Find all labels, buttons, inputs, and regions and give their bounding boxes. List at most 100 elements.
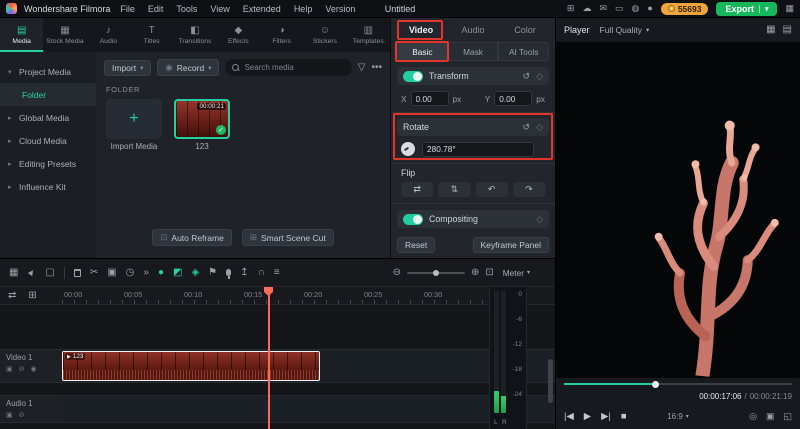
aspect-ratio-dropdown[interactable]: 16:9 ▾ xyxy=(667,412,689,421)
plugins-icon[interactable]: ⊞ xyxy=(567,4,575,13)
snap-icon[interactable]: ≡ xyxy=(274,267,280,278)
reset-rotate-icon[interactable]: ↺ xyxy=(523,122,531,132)
rotate-angle-input[interactable] xyxy=(422,141,534,157)
search-input[interactable] xyxy=(244,63,355,72)
zoom-in-icon[interactable]: ⊕ xyxy=(471,267,479,278)
transform-toggle[interactable] xyxy=(403,70,423,82)
compositing-toggle[interactable] xyxy=(403,213,423,225)
box-select-icon[interactable]: ▢ xyxy=(45,267,54,278)
menu-extended[interactable]: Extended xyxy=(240,4,284,14)
track-mute-icon[interactable]: ⊘ xyxy=(19,411,25,419)
rotate-ccw-button[interactable]: ↶ xyxy=(475,182,508,197)
rotate-cw-button[interactable]: ↷ xyxy=(512,182,545,197)
screen-recorder-icon[interactable]: ▭ xyxy=(615,4,624,13)
tab-effects[interactable]: ◆ Effects xyxy=(217,18,260,52)
speed-icon[interactable]: ◷ xyxy=(126,267,135,278)
menu-version[interactable]: Version xyxy=(322,4,358,14)
voiceover-icon[interactable] xyxy=(226,269,232,279)
filter-icon[interactable]: ▽ xyxy=(358,62,366,73)
timeline-clip[interactable]: ▶ 123 xyxy=(62,351,320,381)
record-button[interactable]: ◉ Record ▾ xyxy=(157,59,220,76)
tab-titles[interactable]: T Titles xyxy=(130,18,173,52)
quality-dropdown[interactable]: Full Quality ▾ xyxy=(600,25,650,35)
transform-keyframe-icon[interactable]: ◇ xyxy=(536,71,543,81)
chroma-key-icon[interactable]: ● xyxy=(158,267,164,278)
delete-icon[interactable] xyxy=(73,268,81,277)
next-frame-button[interactable]: ▶| xyxy=(601,411,611,422)
zoom-out-icon[interactable]: ⊖ xyxy=(393,267,401,278)
track-lock-icon[interactable]: ▣ xyxy=(6,365,13,373)
seek-bar[interactable] xyxy=(564,380,792,388)
fullscreen-icon[interactable]: ◱ xyxy=(783,411,792,422)
smart-scene-cut-button[interactable]: ⊞ Smart Scene Cut xyxy=(241,229,334,246)
rotate-keyframe-icon[interactable]: ◇ xyxy=(536,122,543,132)
add-track-icon[interactable]: ⊞ xyxy=(28,291,36,301)
track-lock-icon[interactable]: ▣ xyxy=(6,411,13,419)
credits-badge[interactable]: 55693 xyxy=(660,2,709,15)
meter-dropdown[interactable]: Meter ▾ xyxy=(503,268,530,278)
sidebar-item-influence-kit[interactable]: ▸ Influence Kit xyxy=(0,175,96,198)
single-view-icon[interactable]: ▤ xyxy=(783,25,792,35)
subtab-mask[interactable]: Mask xyxy=(447,42,499,61)
import-media-tile[interactable]: + Import Media xyxy=(106,99,162,151)
tab-stock-media[interactable]: ▦ Stock Media xyxy=(43,18,86,52)
workspace-layout-icon[interactable]: ▦ xyxy=(785,4,794,13)
zoom-slider-handle[interactable] xyxy=(433,269,440,276)
import-button[interactable]: Import ▾ xyxy=(104,59,152,76)
play-button[interactable]: ▶ xyxy=(584,411,591,422)
menu-file[interactable]: File xyxy=(117,4,138,14)
more-tools-icon[interactable]: » xyxy=(143,267,149,278)
reset-transform-icon[interactable]: ↺ xyxy=(523,71,531,81)
clip-thumbnail[interactable]: 00:00:21 ✓ xyxy=(174,99,230,139)
track-visibility-icon[interactable]: ◉ xyxy=(31,365,37,373)
timeline-scrollbar[interactable] xyxy=(548,359,553,403)
tab-filters[interactable]: ◑ Filters xyxy=(260,18,303,52)
crop-icon[interactable]: ▣ xyxy=(107,267,116,278)
stop-button[interactable]: ■ xyxy=(621,411,627,422)
sidebar-item-global-media[interactable]: ▸ Global Media xyxy=(0,106,96,129)
tab-templates[interactable]: ▥ Templates xyxy=(347,18,390,52)
notification-icon[interactable]: ◍ xyxy=(632,4,640,13)
mask-icon[interactable]: ◩ xyxy=(173,267,182,278)
subtab-basic[interactable]: Basic xyxy=(397,42,448,61)
compositing-keyframe-icon[interactable]: ◇ xyxy=(536,214,543,224)
rotate-dial[interactable] xyxy=(401,142,415,156)
x-position-input[interactable] xyxy=(410,91,449,106)
tab-stickers[interactable]: ☺ Stickers xyxy=(303,18,346,52)
tab-audio[interactable]: ♪ Audio xyxy=(87,18,130,52)
reset-button[interactable]: Reset xyxy=(397,237,436,253)
tab-media[interactable]: ▤ Media xyxy=(0,18,44,52)
more-options-icon[interactable]: ••• xyxy=(371,62,382,73)
magnet-icon[interactable]: ∩ xyxy=(258,267,265,278)
menu-edit[interactable]: Edit xyxy=(145,4,167,14)
subtab-ai-tools[interactable]: AI Tools xyxy=(498,42,550,61)
render-preview-icon[interactable]: ↥ xyxy=(240,267,248,278)
tab-transitions[interactable]: ◧ Transitions xyxy=(173,18,216,52)
menu-tools[interactable]: Tools xyxy=(173,4,200,14)
sidebar-item-project-media[interactable]: ▾ Project Media xyxy=(0,60,96,83)
marker-icon[interactable]: ⚑ xyxy=(208,267,217,278)
playhead[interactable] xyxy=(268,287,270,429)
search-box[interactable] xyxy=(225,59,355,76)
sidebar-item-editing-presets[interactable]: ▸ Editing Presets xyxy=(0,152,96,175)
menu-help[interactable]: Help xyxy=(291,4,316,14)
sidebar-item-folder[interactable]: Folder xyxy=(0,83,96,106)
seek-handle[interactable] xyxy=(652,380,660,388)
zoom-slider[interactable] xyxy=(406,269,465,276)
cloud-icon[interactable]: ☁ xyxy=(582,4,591,13)
split-icon[interactable]: ✂ xyxy=(90,267,98,278)
feedback-icon[interactable]: ✉ xyxy=(599,4,607,13)
auto-reframe-button[interactable]: ⊡ Auto Reframe xyxy=(152,229,232,246)
flip-vertical-button[interactable]: ⇅ xyxy=(438,182,471,197)
tab-color[interactable]: Color xyxy=(499,25,551,35)
menu-view[interactable]: View xyxy=(207,4,232,14)
timeline-ruler[interactable]: ⇄ ⊞ 00:00 00:05 00:10 00:15 00:20 00:25 … xyxy=(0,287,555,305)
keyframe-icon[interactable]: ◈ xyxy=(191,267,199,278)
grid-view-icon[interactable]: ▦ xyxy=(766,25,775,35)
tab-audio-props[interactable]: Audio xyxy=(447,25,499,35)
export-button[interactable]: Export ▾ xyxy=(716,1,778,16)
snapshot-icon[interactable]: ◎ xyxy=(749,411,757,422)
select-tool-icon[interactable]: ▲ xyxy=(26,265,39,278)
previous-frame-button[interactable]: |◀ xyxy=(564,411,574,422)
track-manage-icon[interactable]: ⇄ xyxy=(8,291,16,301)
